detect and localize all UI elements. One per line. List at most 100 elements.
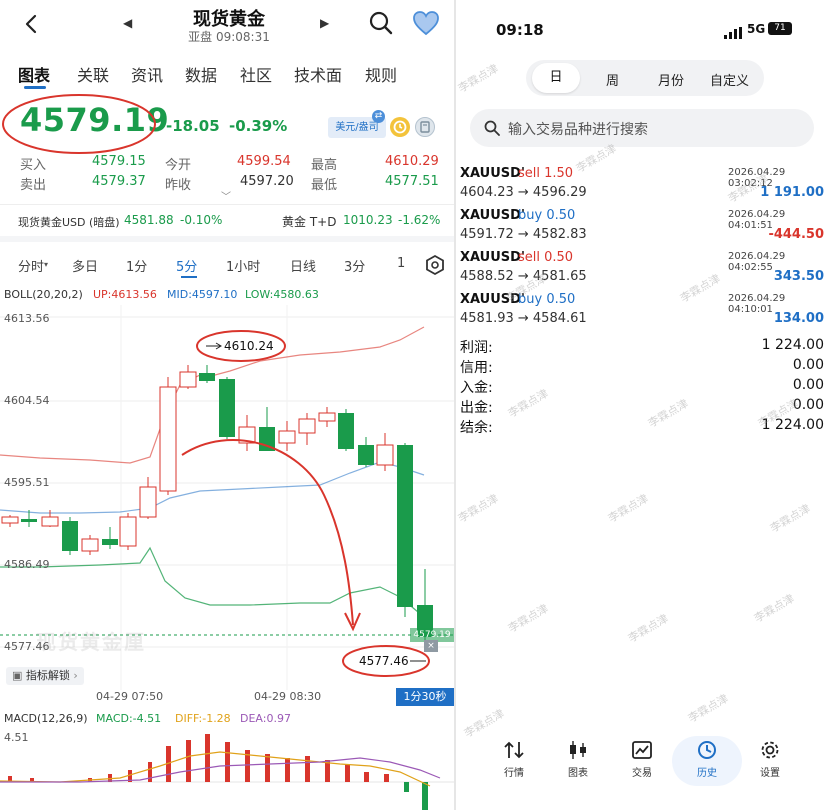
candle (278, 421, 296, 451)
low-label: 最低 (311, 178, 338, 193)
chart-watermark: 现货黄金厘 (36, 630, 146, 654)
boll-title: BOLL(20,20,2) (4, 288, 83, 301)
macd-bar (345, 764, 350, 782)
candle-countdown-value: 1分30秒 (403, 690, 447, 703)
watermark: 李霖点津 (456, 491, 501, 526)
macd-value: MACD:-4.51 (96, 712, 162, 725)
tab-related[interactable]: 关联 (77, 62, 109, 86)
bid-value: 4579.15 (92, 154, 146, 169)
nav-chart[interactable]: 图表 (548, 740, 608, 779)
chart-settings-button[interactable] (424, 254, 446, 280)
macd-bar (225, 742, 230, 782)
prev-close-label: 昨收 (165, 178, 192, 193)
tab-chart[interactable]: 图表 (18, 62, 50, 86)
macd-dea: DEA:0.97 (240, 712, 291, 725)
macd-bar (186, 740, 191, 782)
macd-bar (265, 754, 270, 782)
period-daily[interactable]: 日线 (290, 256, 316, 275)
related-b-price: 1010.23 (343, 213, 393, 227)
battery-icon: 71 (768, 22, 792, 35)
time-axis-label: 04-29 07:50 (96, 690, 164, 703)
trade-profit: 1 191.00 (760, 185, 824, 200)
summary-label: 出金: (460, 400, 493, 416)
nav-history[interactable]: 历史 (677, 740, 737, 779)
trade-profit: 134.00 (773, 311, 824, 326)
next-symbol-button[interactable]: ▶ (320, 16, 329, 30)
expand-chevron-icon[interactable]: ﹀ (221, 188, 231, 203)
favorite-button[interactable] (412, 10, 440, 40)
period-more[interactable]: 1 (397, 256, 405, 271)
open-label: 今开 (165, 158, 192, 173)
macd-bar (205, 734, 210, 782)
boll-up: UP:4613.56 (93, 288, 157, 301)
period-5min[interactable]: 5分 (176, 256, 197, 275)
candle (397, 443, 413, 617)
period-3min[interactable]: 3分 (344, 256, 365, 275)
tab-community[interactable]: 社区 (240, 62, 272, 86)
prev-close-value: 4597.20 (240, 174, 294, 189)
related-quote-b[interactable]: 黄金 T+D (282, 213, 336, 230)
trade-symbol: XAUUSD' (460, 166, 525, 181)
search-button[interactable] (368, 10, 394, 40)
period-1hour[interactable]: 1小时 (226, 256, 260, 275)
open-value: 4599.54 (237, 154, 291, 169)
period-month[interactable]: 月份 (658, 70, 684, 89)
symbol-search-input[interactable]: 输入交易品种进行搜索 (470, 109, 814, 147)
settings-icon (761, 741, 779, 759)
candle (199, 365, 215, 383)
related-a-name: 现货黄金USD (暗盘) (18, 216, 120, 229)
caret-down-icon: ▾ (44, 260, 49, 269)
period-multi-day[interactable]: 多日 (72, 256, 98, 275)
tab-rules[interactable]: 规则 (365, 62, 397, 86)
heart-icon (413, 11, 439, 36)
alert-button[interactable] (390, 117, 410, 137)
close-crosshair-icon[interactable]: × (424, 640, 438, 652)
indicator-unlock-button[interactable]: ▣ 指标解锁 › (6, 667, 84, 685)
watermark: 李霖点津 (456, 61, 501, 96)
related-divider (0, 204, 454, 205)
nav-quotes[interactable]: 行情 (484, 740, 544, 779)
price-axis-label: 4604.54 (4, 394, 50, 407)
period-custom[interactable]: 自定义 (710, 70, 749, 89)
nav-trade-label: 交易 (632, 768, 652, 779)
calculator-icon (420, 121, 430, 133)
price-change: -18.05 (166, 117, 220, 135)
price-axis-label: 4586.49 (4, 558, 50, 571)
nav-trade[interactable]: 交易 (612, 740, 672, 779)
boll-low: LOW:4580.63 (245, 288, 319, 301)
trade-profit: -444.50 (768, 227, 824, 242)
high-annotation-value: 4610.24 (224, 339, 274, 353)
tab-data[interactable]: 数据 (185, 62, 217, 86)
period-day[interactable]: 日 (532, 63, 580, 93)
candle (376, 433, 394, 471)
related-quote-a[interactable]: 现货黄金USD (暗盘) (18, 214, 120, 230)
search-icon (369, 11, 393, 35)
back-button[interactable] (20, 12, 44, 36)
trade-side: sell 1.50 (518, 166, 574, 181)
hexagon-settings-icon (426, 254, 444, 276)
switch-icon: ⇄ (372, 110, 385, 123)
calculator-button[interactable] (415, 117, 435, 137)
quote-detail-panel: ◀ 现货黄金 亚盘 09:08:31 ▶ 图表 关联 资讯 数据 社区 技术面 … (0, 0, 454, 810)
period-tick[interactable]: 分时 (18, 256, 44, 275)
prev-symbol-button[interactable]: ◀ (123, 16, 132, 30)
macd-dea-line (0, 757, 441, 783)
nav-settings[interactable]: 设置 (740, 740, 800, 779)
trade-prices: 4581.93 → 4584.61 (460, 311, 587, 326)
trade-entry[interactable]: XAUUSD' buy 0.50 2026.04.29 04:01:51 459… (460, 208, 828, 248)
nav-quotes-label: 行情 (504, 768, 524, 779)
trade-entry[interactable]: XAUUSD' sell 1.50 2026.04.29 03:02:12 46… (460, 166, 828, 206)
tab-technical[interactable]: 技术面 (294, 62, 342, 86)
quotes-icon (504, 741, 524, 759)
watermark: 李霖点津 (605, 491, 651, 526)
boll-mid: MID:4597.10 (167, 288, 238, 301)
period-1min[interactable]: 1分 (126, 256, 147, 275)
watermark: 李霖点津 (505, 601, 551, 636)
candle (81, 535, 99, 555)
period-week[interactable]: 周 (606, 70, 619, 89)
ask-label: 卖出 (20, 178, 47, 193)
candle (102, 527, 118, 549)
tab-news[interactable]: 资讯 (131, 62, 163, 86)
high-label: 最高 (311, 158, 338, 173)
clock-alert-icon (393, 120, 407, 134)
